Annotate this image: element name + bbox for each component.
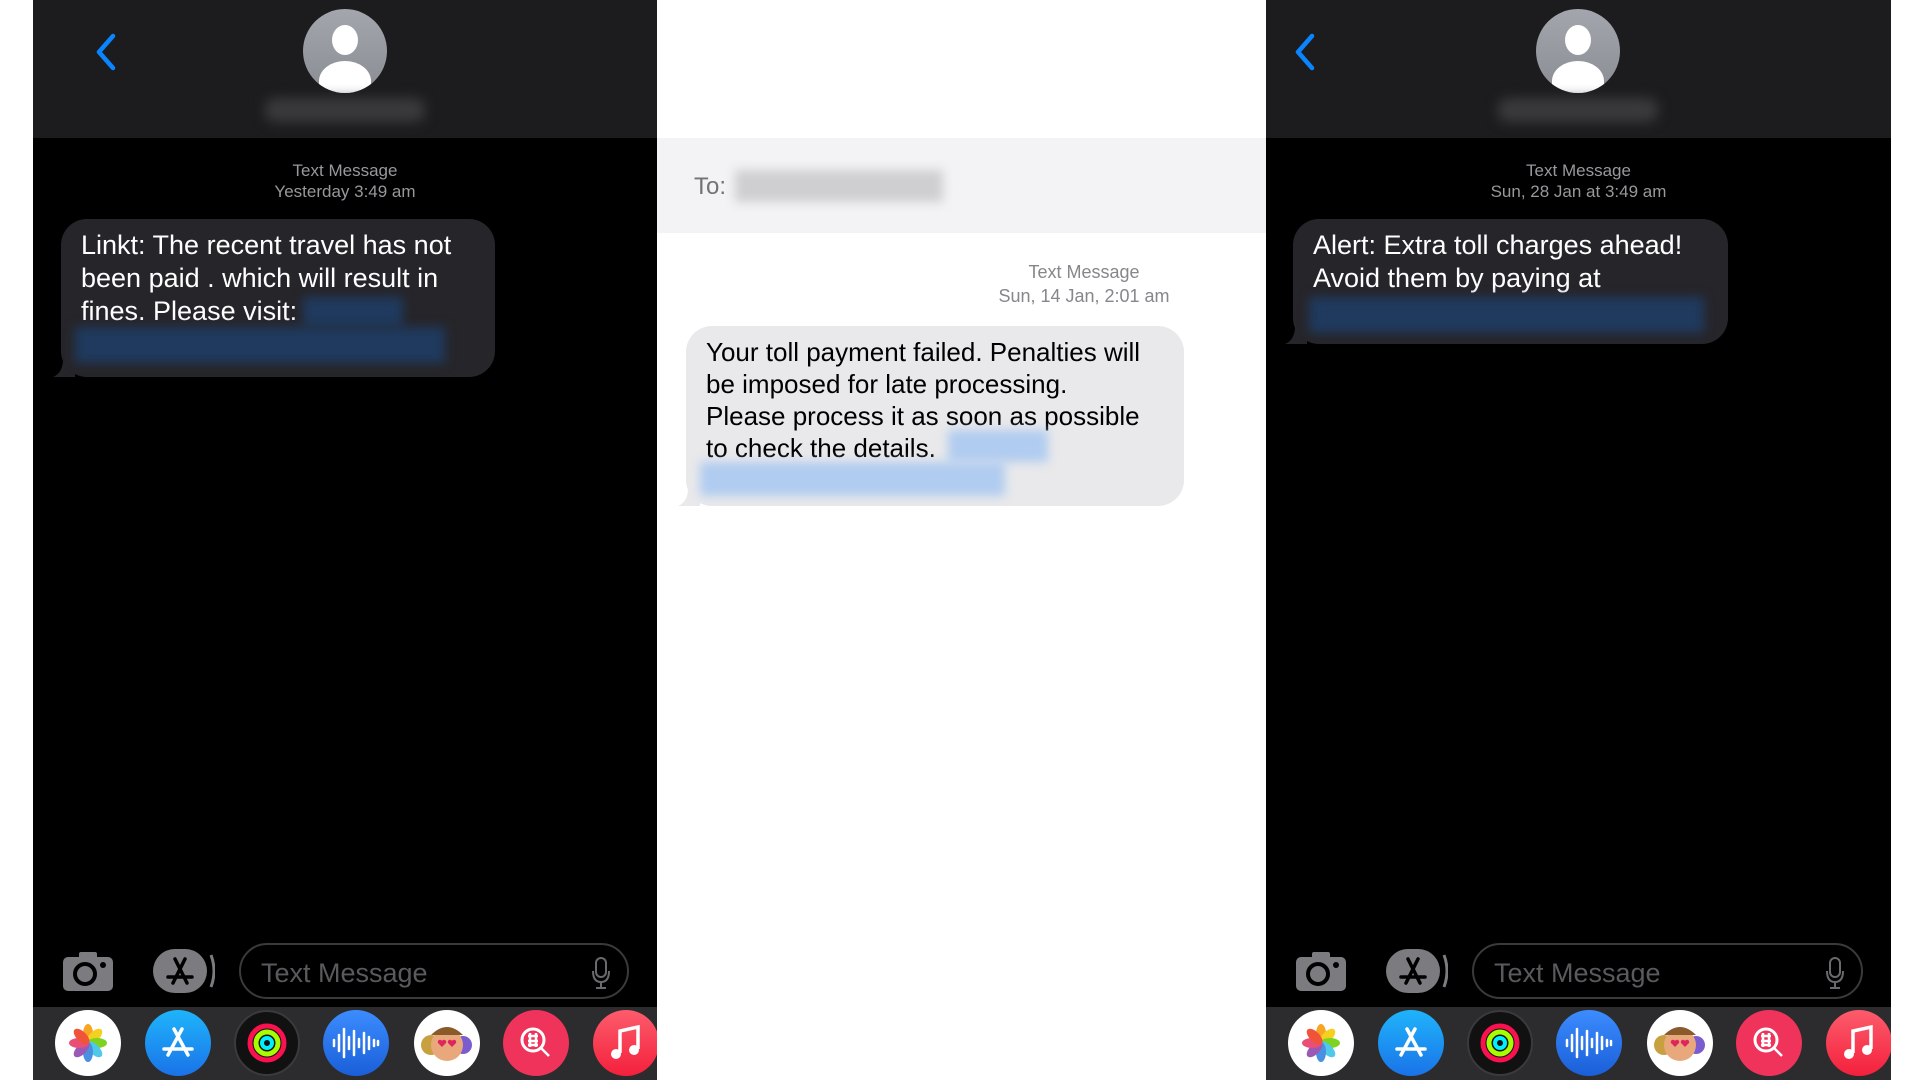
bubble-tail [1285,326,1307,344]
photos-app-icon[interactable] [1288,1010,1354,1076]
timestamp-label: Text Message [1028,262,1140,282]
compose-bar: Text Message [1266,943,1891,999]
timestamp-value: Yesterday 3:49 am [274,182,416,201]
bubble-tail [53,359,75,377]
redacted-link[interactable] [1309,297,1704,333]
redacted-link[interactable] [75,327,445,363]
redacted-link[interactable] [303,297,403,327]
activity-app-icon[interactable] [234,1010,300,1076]
camera-icon[interactable] [63,951,113,991]
timestamp: Text Message Sun, 14 Jan, 2:01 am [957,260,1211,308]
redacted-link[interactable] [948,430,1048,462]
input-placeholder: Text Message [261,958,428,988]
message-line: be imposed for late processing. [706,369,1068,399]
redacted-link[interactable] [700,462,1005,496]
message-line: been paid . which will result in [81,263,439,293]
recipient-redacted[interactable] [735,170,943,202]
image-search-app-icon[interactable] [1736,1010,1802,1076]
message-line: Avoid them by paying at [1313,263,1601,293]
contact-name-redacted [1498,98,1658,122]
image-search-app-icon[interactable] [503,1010,569,1076]
message-line: Your toll payment failed. Penalties will [706,337,1141,367]
photos-app-icon[interactable] [55,1010,121,1076]
timestamp-label: Text Message [292,161,398,180]
app-store-icon[interactable] [153,949,215,993]
avatar[interactable] [303,9,387,93]
music-app-icon[interactable] [1826,1010,1891,1076]
conversation-header [657,0,1266,138]
message-bubble: Linkt: The recent travel has not been pa… [53,219,495,377]
music-app-icon[interactable] [593,1010,657,1076]
message-input[interactable]: Text Message [239,943,629,999]
left-conversation: Text Message Yesterday 3:49 am Linkt: Th… [33,0,657,1080]
voice-memos-app-icon[interactable] [1556,1010,1622,1076]
activity-app-icon[interactable] [1467,1010,1533,1076]
voice-memos-app-icon[interactable] [323,1010,389,1076]
message-line: Alert: Extra toll charges ahead! [1313,230,1683,260]
compose-bar: Text Message [33,943,657,999]
microphone-icon[interactable] [1825,957,1845,989]
contact-name-redacted [265,98,425,122]
message-bubble: Your toll payment failed. Penalties will… [678,326,1184,506]
memoji-app-icon[interactable] [1647,1010,1713,1076]
to-label: To: [694,173,727,200]
message-input[interactable]: Text Message [1472,943,1863,999]
memoji-app-icon[interactable] [414,1010,480,1076]
chevron-left-icon[interactable] [1290,32,1320,72]
message-line: fines. Please visit: [81,296,298,326]
app-drawer [33,1007,657,1080]
recipient-bar: To: [657,138,1266,233]
timestamp: Text Message Sun, 28 Jan at 3:49 am [1266,160,1891,202]
middle-conversation: To: Text Message Sun, 14 Jan, 2:01 am Yo… [657,0,1266,1080]
app-drawer [1266,1007,1891,1080]
chevron-left-icon[interactable] [91,32,121,72]
message-line: Linkt: The recent travel has not [81,230,452,260]
input-placeholder: Text Message [1494,958,1661,988]
right-conversation: Text Message Sun, 28 Jan at 3:49 am Aler… [1266,0,1891,1080]
app-store-app-icon[interactable] [145,1010,211,1076]
message-line: to check the details. [706,433,936,463]
app-store-icon[interactable] [1386,949,1448,993]
timestamp: Text Message Yesterday 3:49 am [33,160,657,202]
app-store-app-icon[interactable] [1378,1010,1444,1076]
message-bubble: Alert: Extra toll charges ahead! Avoid t… [1285,219,1728,344]
timestamp-value: Sun, 14 Jan, 2:01 am [998,286,1170,306]
conversation-header [1266,0,1891,138]
bubble-tail [678,488,700,506]
timestamp-value: Sun, 28 Jan at 3:49 am [1490,182,1667,201]
camera-icon[interactable] [1296,951,1346,991]
microphone-icon[interactable] [591,957,611,989]
conversation-header [33,0,657,138]
avatar[interactable] [1536,9,1620,93]
timestamp-label: Text Message [1526,161,1631,180]
message-line: Please process it as soon as possible [706,401,1140,431]
